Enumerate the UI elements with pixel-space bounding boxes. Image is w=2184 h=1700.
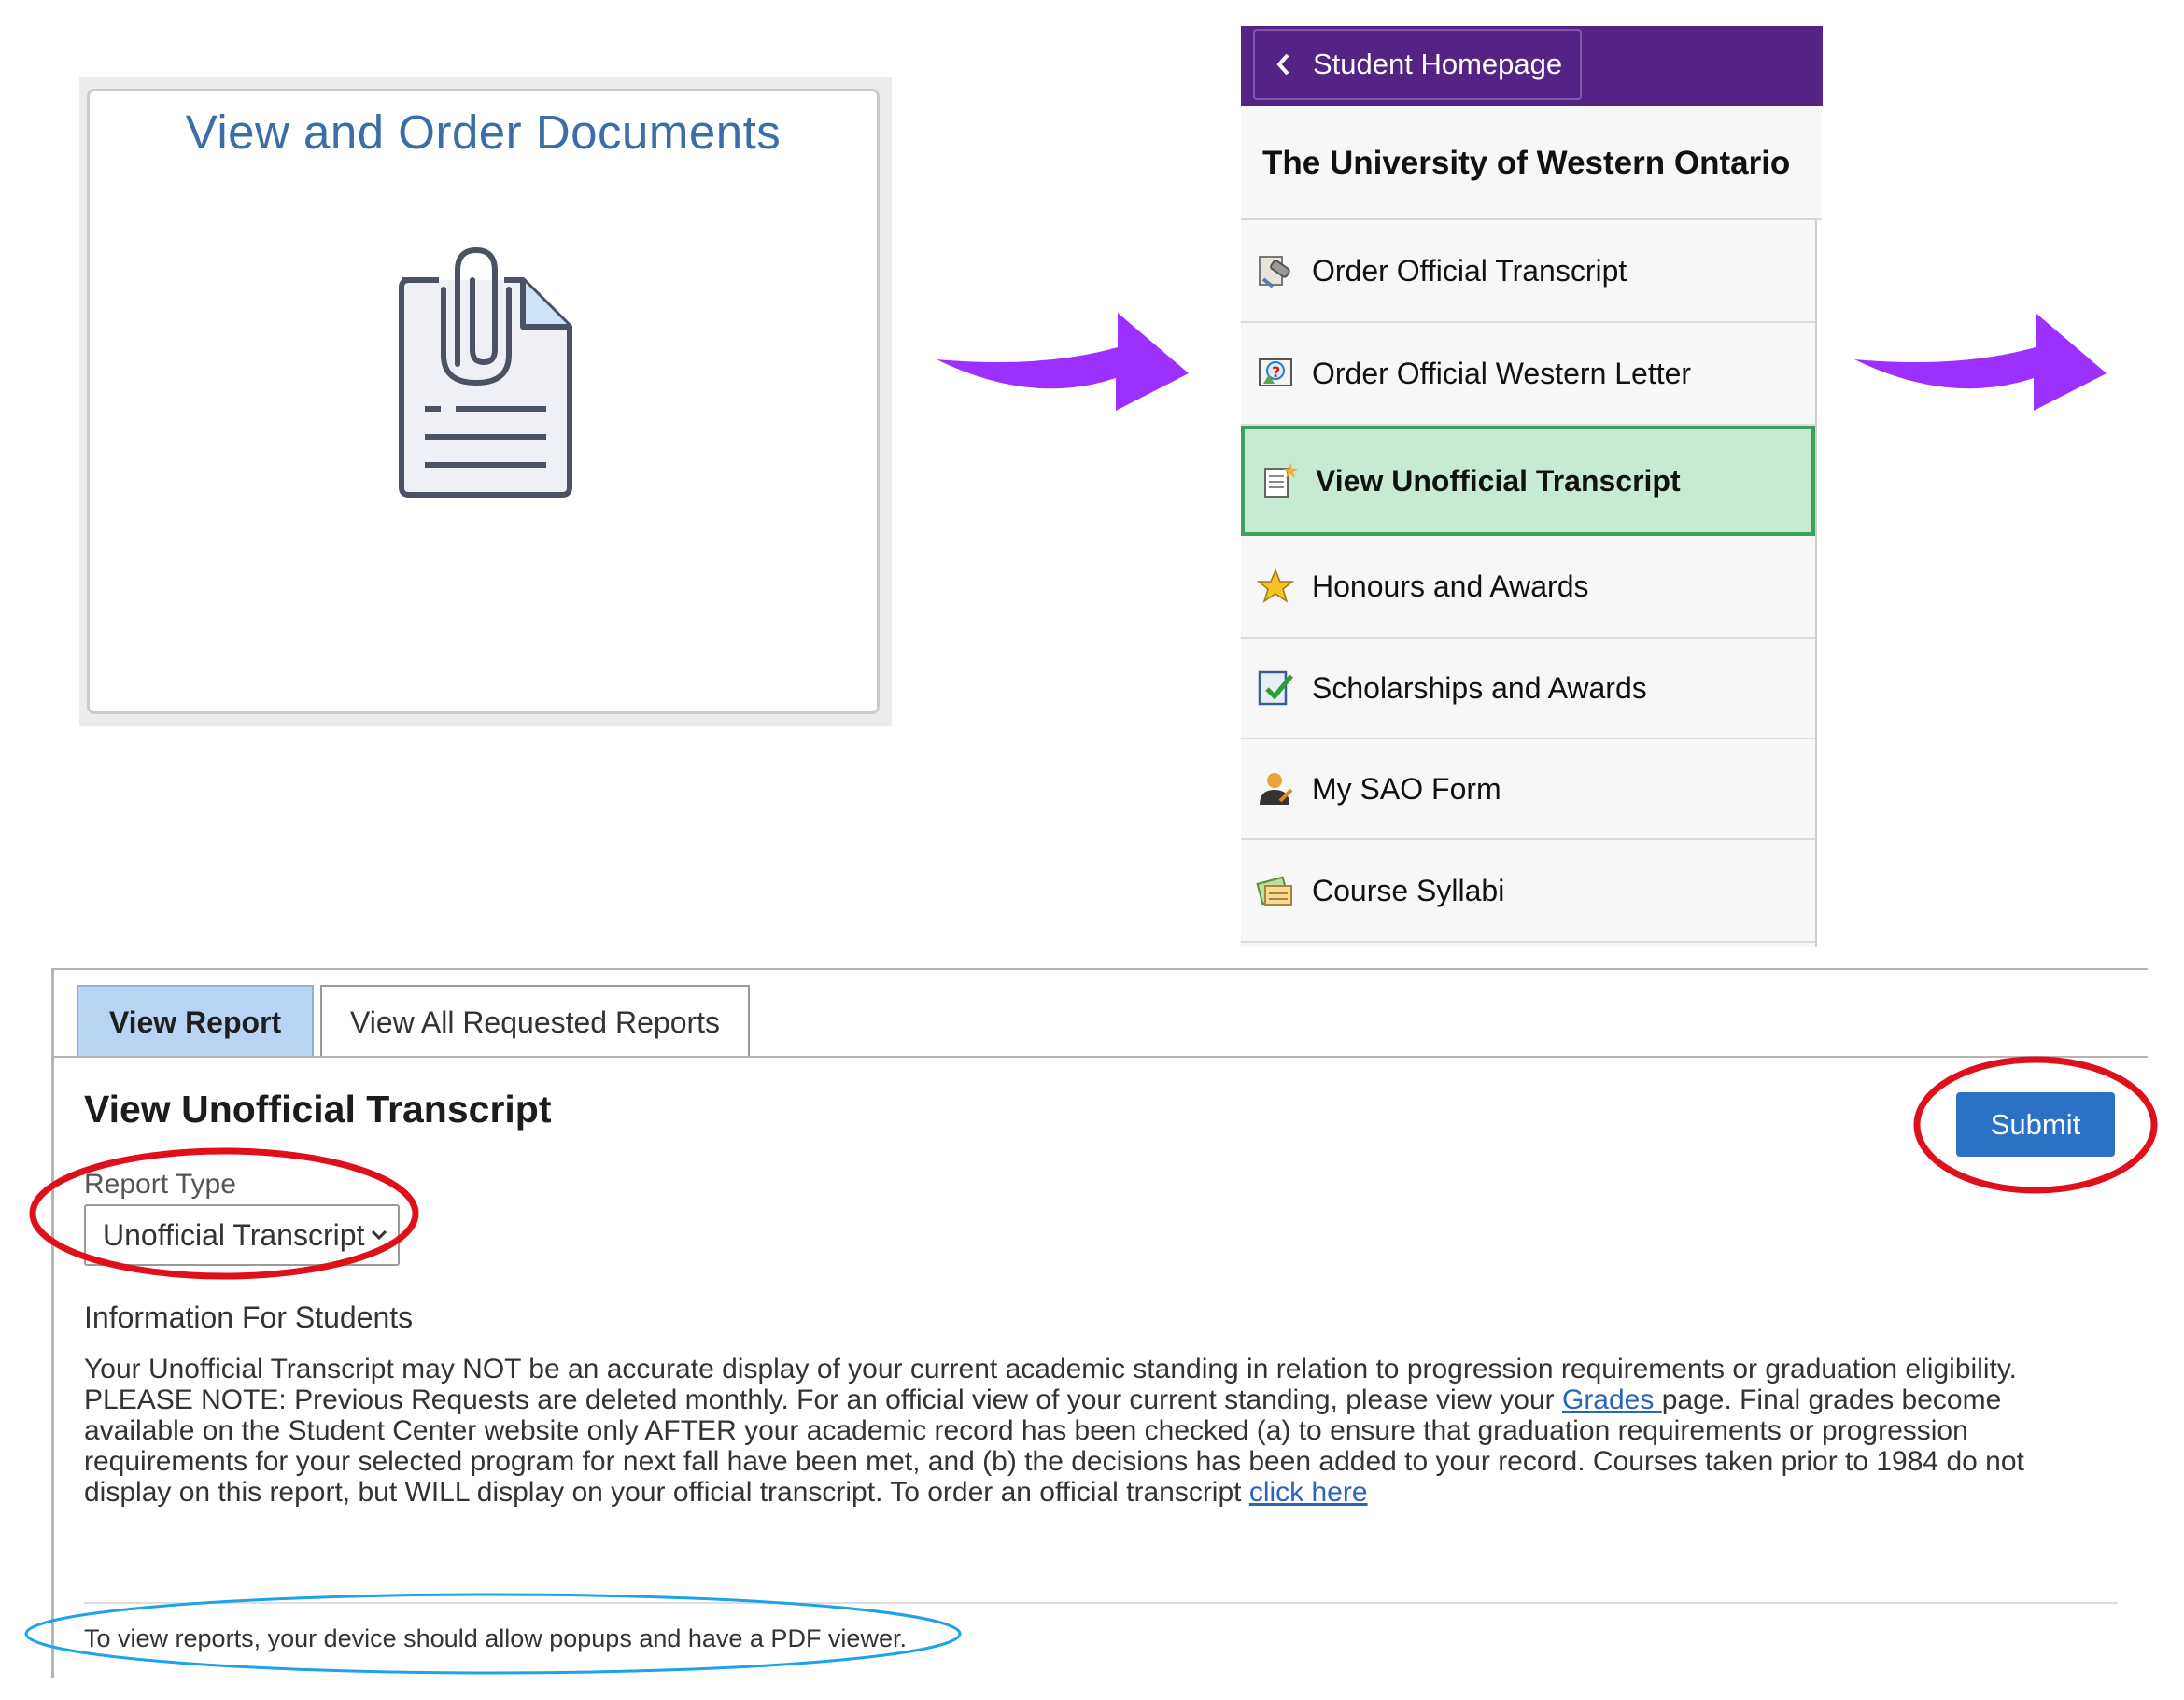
click-here-link[interactable]: click here (1249, 1477, 1368, 1508)
menu-item-honours-awards[interactable]: Honours and Awards (1241, 536, 1815, 639)
tab-view-all-requested-reports[interactable]: View All Requested Reports (320, 985, 750, 1058)
page-title: View Unofficial Transcript (84, 1088, 552, 1131)
menu-item-label: Honours and Awards (1312, 569, 1589, 603)
menu-item-label: My SAO Form (1312, 771, 1501, 806)
popup-note: To view reports, your device should allo… (84, 1624, 907, 1652)
menu-item-label: View Unofficial Transcript (1316, 463, 1681, 498)
tab-view-report[interactable]: View Report (77, 985, 314, 1058)
menu-item-my-sao-form[interactable]: My SAO Form (1241, 739, 1815, 840)
report-type-value: Unofficial Transcript (103, 1217, 365, 1252)
back-button-label: Student Homepage (1313, 48, 1563, 80)
transcript-order-icon (1259, 256, 1290, 288)
person-edit-icon (1260, 773, 1293, 805)
syllabus-icon (1256, 876, 1292, 906)
report-type-label: Report Type (84, 1169, 236, 1200)
menu-item-label: Order Official Transcript (1312, 253, 1627, 288)
grades-link[interactable]: Grades (1562, 1384, 1662, 1415)
flow-arrow-2-icon (1854, 313, 2107, 411)
institution-name: The University of Western Ontario (1262, 145, 1791, 181)
menu-item-course-syllabi[interactable]: Course Syllabi (1241, 840, 1815, 943)
menu-item-label: Order Official Western Letter (1312, 356, 1692, 390)
letter-question-icon: ? (1259, 358, 1292, 386)
document-menu-list: Order Official Transcript ? Order Offici… (1241, 220, 1817, 947)
info-paragraph: Your Unofficial Transcript may NOT be an… (84, 1354, 2101, 1508)
menu-item-scholarships-awards[interactable]: Scholarships and Awards (1241, 639, 1815, 739)
menu-item-label: Course Syllabi (1312, 873, 1505, 907)
menu-item-order-official-transcript[interactable]: Order Official Transcript (1241, 220, 1815, 323)
new-document-icon (1264, 463, 1298, 498)
chevron-left-icon (1276, 53, 1289, 76)
svg-text:?: ? (1272, 363, 1280, 381)
tile-title: View and Order Documents (185, 105, 782, 159)
divider (84, 1602, 2118, 1604)
info-heading: Information For Students (84, 1300, 414, 1334)
panel-top-border (51, 968, 2148, 970)
student-homepage-button[interactable]: Student Homepage (1253, 29, 1582, 100)
tab-label: View Report (108, 1005, 282, 1039)
document-attachment-icon (399, 246, 572, 498)
menu-item-order-western-letter[interactable]: ? Order Official Western Letter (1241, 323, 1815, 426)
menu-item-view-unofficial-transcript[interactable]: View Unofficial Transcript (1241, 426, 1815, 536)
star-icon (1256, 569, 1295, 603)
menu-item-label: Scholarships and Awards (1312, 670, 1647, 705)
tab-baseline (53, 1056, 2148, 1058)
checklist-icon (1258, 670, 1293, 706)
tab-label: View All Requested Reports (349, 1005, 721, 1039)
chevron-down-icon (371, 1229, 387, 1241)
flow-arrow-1-icon (937, 313, 1189, 411)
panel-left-border (51, 968, 54, 1678)
report-type-select[interactable]: Unofficial Transcript (84, 1204, 400, 1266)
submit-button[interactable]: Submit (1956, 1092, 2115, 1157)
